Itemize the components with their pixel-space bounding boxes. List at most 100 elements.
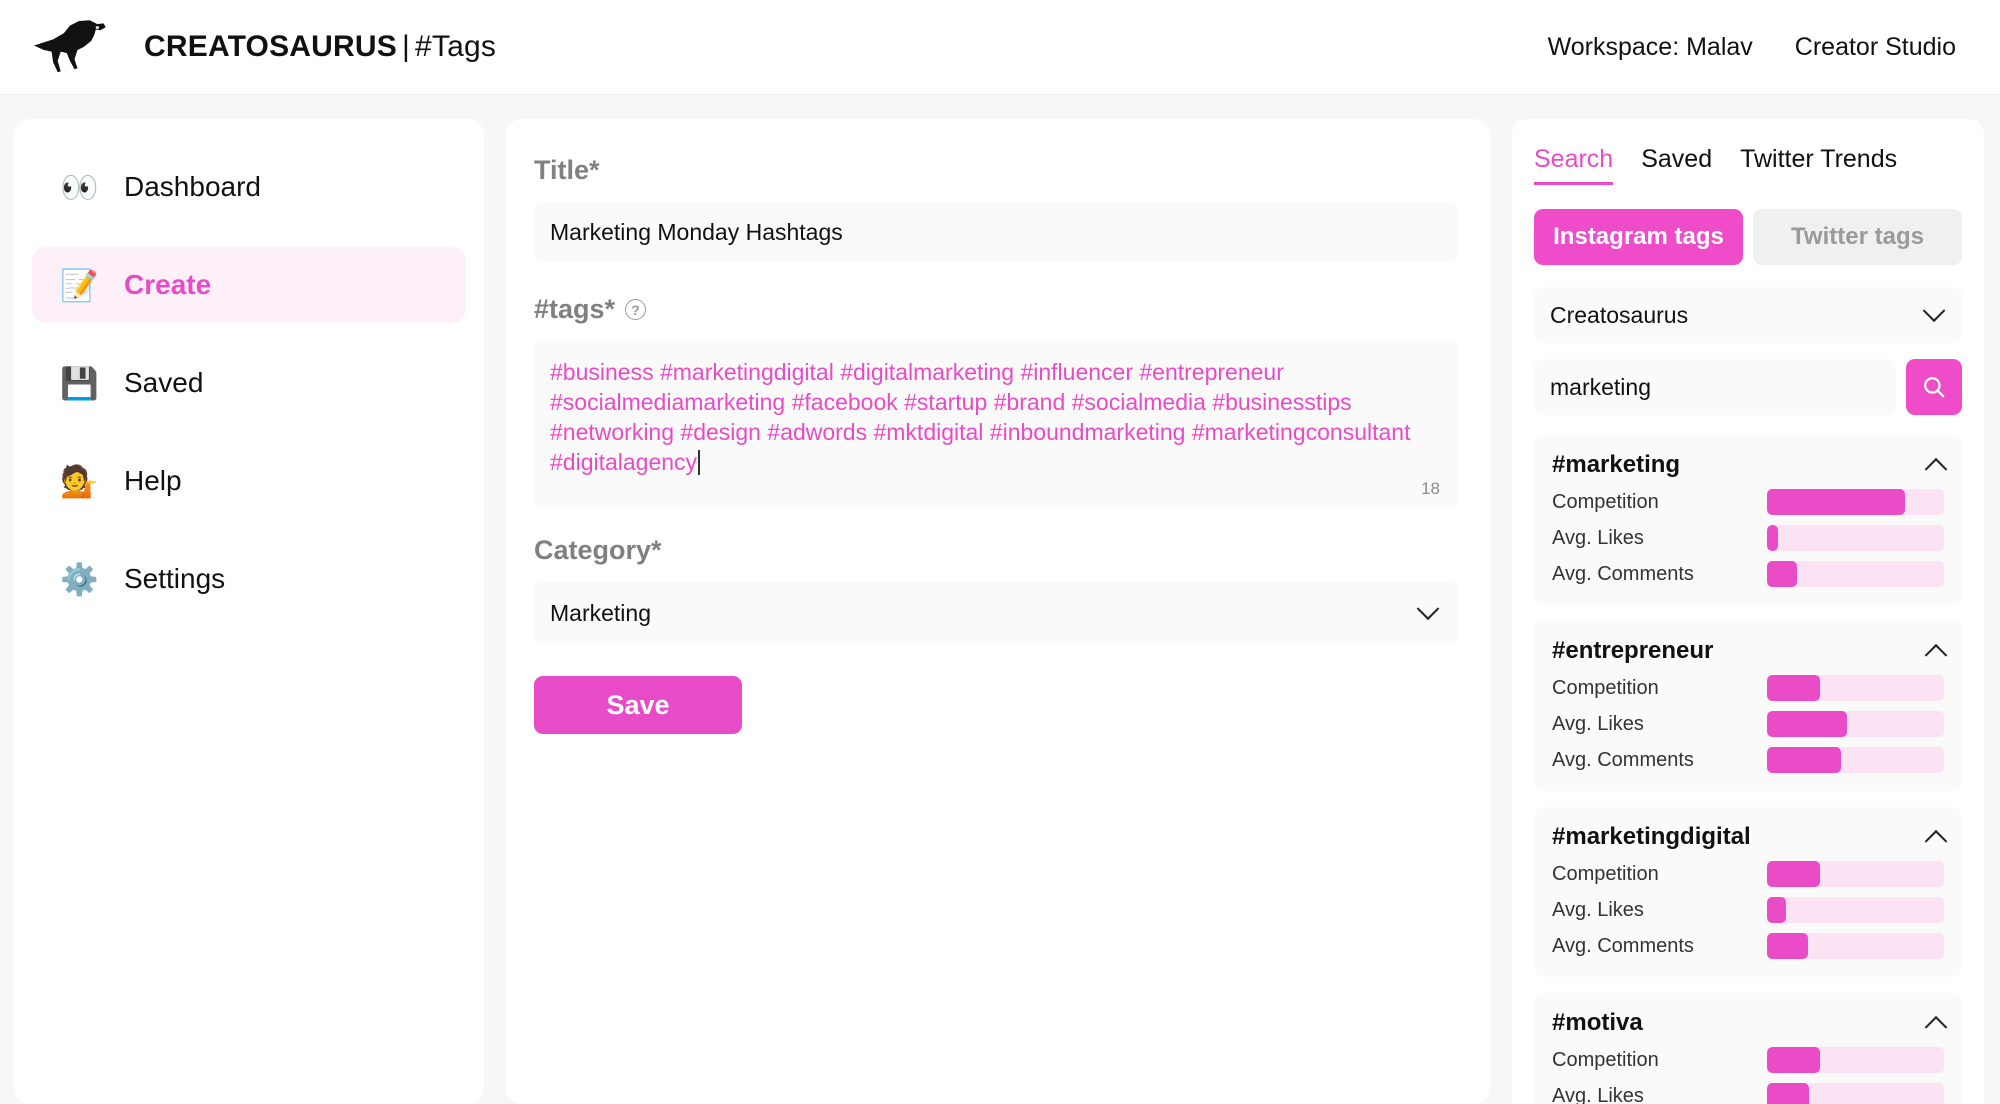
brand-product: #Tags [415, 30, 496, 63]
search-row [1534, 359, 1962, 415]
title-label-text: Title* [534, 155, 600, 186]
header-right-group: Workspace: Malav Creator Studio [1548, 33, 1956, 62]
tab-twitter-trends[interactable]: Twitter Trends [1740, 145, 1897, 185]
metric-bar-fill [1767, 711, 1847, 737]
hashtag-result-card[interactable]: #marketingdigitalCompetitionAvg. LikesAv… [1534, 807, 1962, 977]
metric-label: Avg. Comments [1552, 749, 1767, 772]
metric-row: Avg. Likes [1552, 525, 1944, 551]
metric-label: Avg. Likes [1552, 1085, 1767, 1104]
metric-label: Avg. Comments [1552, 563, 1767, 586]
search-button[interactable] [1906, 359, 1962, 415]
sidebar-item-dashboard[interactable]: 👀 Dashboard [32, 149, 466, 225]
metric-label: Competition [1552, 491, 1767, 514]
title-input[interactable] [534, 202, 1458, 262]
workspace-selector[interactable]: Workspace: Malav [1548, 33, 1753, 62]
brand-separator: | [397, 30, 415, 63]
hashtag-card-header[interactable]: #motiva [1552, 1009, 1944, 1037]
save-button[interactable]: Save [534, 676, 742, 734]
chevron-down-icon [1923, 299, 1946, 322]
metric-label: Competition [1552, 1049, 1767, 1072]
metric-bar-fill [1767, 525, 1778, 551]
metric-row: Avg. Comments [1552, 747, 1944, 773]
tags-label: #tags* ? [534, 294, 1458, 325]
metric-row: Avg. Comments [1552, 561, 1944, 587]
hashtag-search-panel: Search Saved Twitter Trends Instagram tags… [1512, 119, 1984, 1104]
memo-icon: 📝 [60, 270, 98, 301]
chevron-up-icon[interactable] [1925, 644, 1948, 667]
brand-name: CREATOSAURUS [144, 30, 397, 63]
brand[interactable]: CREATOSAURUS|#Tags [30, 18, 496, 76]
hashtag-card-title: #marketingdigital [1552, 823, 1751, 851]
tags-textarea[interactable]: #business #marketingdigital #digitalmark… [534, 341, 1458, 507]
sidebar-item-label: Dashboard [124, 171, 261, 203]
category-select[interactable]: Marketing [534, 582, 1458, 644]
chevron-up-icon[interactable] [1925, 458, 1948, 481]
chevron-up-icon[interactable] [1925, 830, 1948, 853]
creator-studio-link[interactable]: Creator Studio [1795, 33, 1956, 62]
text-caret [698, 450, 700, 475]
metric-label: Avg. Likes [1552, 527, 1767, 550]
title-label: Title* [534, 155, 1458, 186]
sidebar-item-label: Help [124, 465, 182, 497]
tags-textarea-value: #business #marketingdigital #digitalmark… [550, 357, 1442, 477]
metric-label: Competition [1552, 677, 1767, 700]
source-select[interactable]: Creatosaurus [1534, 287, 1962, 343]
tags-count-badge: 18 [1421, 479, 1440, 499]
create-form-panel: Title* #tags* ? #business #marketingdigi… [506, 119, 1490, 1104]
toggle-twitter-tags[interactable]: Twitter tags [1753, 209, 1962, 265]
hashtag-results-list: #marketing Competition Avg. Likes Avg. Comm… [1534, 435, 1962, 1104]
hashtag-card-header[interactable]: #entrepreneur [1552, 637, 1944, 665]
metric-bar-fill [1767, 933, 1808, 959]
help-circle-icon[interactable]: ? [625, 299, 646, 320]
hashtag-card-title: #entrepreneur [1552, 637, 1713, 665]
metric-bar-track [1767, 747, 1944, 773]
metric-row: Competition [1552, 861, 1944, 887]
metric-row: Competition [1552, 675, 1944, 701]
metric-bar-fill [1767, 1047, 1820, 1073]
metric-row: Avg. Likes [1552, 1083, 1944, 1104]
metric-row: Avg. Likes [1552, 897, 1944, 923]
metric-bar-track [1767, 561, 1944, 587]
hashtag-result-card[interactable]: #marketing Competition Avg. Likes Avg. Comm… [1534, 435, 1962, 605]
metric-bar-track [1767, 525, 1944, 551]
metric-label: Avg. Likes [1552, 899, 1767, 922]
hashtag-card-header[interactable]: #marketingdigital [1552, 823, 1944, 851]
hashtag-result-card[interactable]: #entrepreneur Competition Avg. Likes Avg. C… [1534, 621, 1962, 791]
panel-tabs: Search Saved Twitter Trends [1534, 145, 1962, 185]
metric-bar-track [1767, 861, 1944, 887]
category-select-value: Marketing [550, 600, 651, 627]
sidebar: 👀 Dashboard 📝 Create 💾 Saved 💁 Help ⚙️Settings [14, 119, 484, 1104]
metric-bar-track [1767, 711, 1944, 737]
floppy-disk-icon: 💾 [60, 368, 98, 399]
metric-bar-track [1767, 897, 1944, 923]
hashtag-card-title: #marketing [1552, 451, 1680, 479]
metric-bar-fill [1767, 747, 1841, 773]
tab-search[interactable]: Search [1534, 145, 1613, 185]
search-input[interactable] [1534, 359, 1896, 415]
metric-row: Competition [1552, 1047, 1944, 1073]
sidebar-item-label: Saved [124, 367, 203, 399]
brand-title: CREATOSAURUS|#Tags [144, 30, 496, 64]
metric-bar-track [1767, 489, 1944, 515]
hashtag-result-card[interactable]: #motivaCompetitionAvg. LikesAvg. Comment… [1534, 993, 1962, 1104]
eyes-icon: 👀 [60, 172, 98, 203]
metric-label: Competition [1552, 863, 1767, 886]
category-label-text: Category* [534, 535, 662, 566]
toggle-instagram-tags[interactable]: Instagram tags [1534, 209, 1743, 265]
metric-bar-fill [1767, 897, 1786, 923]
chevron-up-icon[interactable] [1925, 1016, 1948, 1039]
sidebar-item-create[interactable]: 📝 Create [32, 247, 466, 323]
sidebar-item-label: Create [124, 269, 211, 301]
tab-saved[interactable]: Saved [1641, 145, 1712, 185]
sidebar-item-saved[interactable]: 💾 Saved [32, 345, 466, 421]
info-desk-person-icon: 💁 [60, 466, 98, 497]
metric-bar-track [1767, 675, 1944, 701]
metric-row: Avg. Likes [1552, 711, 1944, 737]
tags-label-text: #tags* [534, 294, 615, 325]
sidebar-item-settings[interactable]: ⚙️Settings [32, 541, 466, 617]
metric-bar-track [1767, 1047, 1944, 1073]
sidebar-item-help[interactable]: 💁 Help [32, 443, 466, 519]
hashtag-card-header[interactable]: #marketing [1552, 451, 1944, 479]
platform-toggle-group: Instagram tagsTwitter tags [1534, 209, 1962, 265]
body-layout: 👀 Dashboard 📝 Create 💾 Saved 💁 Help ⚙️Settings T… [0, 95, 2000, 1104]
